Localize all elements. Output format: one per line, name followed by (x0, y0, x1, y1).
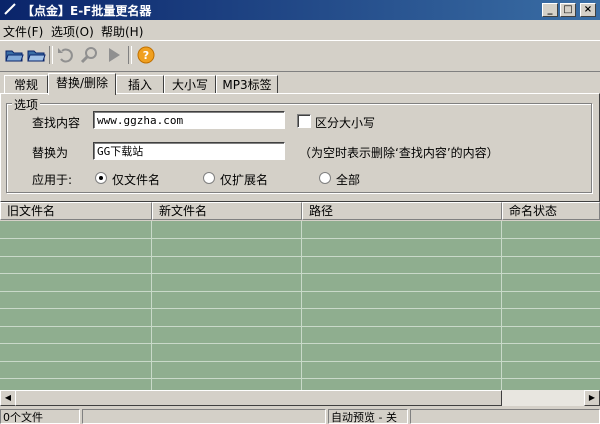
scroll-right-arrow[interactable]: ▶ (584, 390, 600, 406)
status-file-count: 0个文件 (0, 409, 80, 424)
toolbar-separator (49, 46, 53, 64)
status-middle (82, 409, 326, 424)
column-path[interactable]: 路径 (302, 202, 502, 220)
table-header: 旧文件名 新文件名 路径 命名状态 (0, 202, 600, 221)
grid-divider (301, 221, 302, 393)
apply-to-label: 应用于: (32, 173, 73, 187)
svg-text:?: ? (143, 49, 149, 62)
find-label: 查找内容 (32, 116, 81, 130)
tab-general[interactable]: 常规 (4, 75, 48, 94)
minimize-button[interactable]: _ (542, 3, 558, 17)
grid-row-line (0, 308, 600, 309)
scroll-thumb[interactable] (15, 390, 502, 406)
tab-mp3-tags[interactable]: MP3标签 (216, 75, 278, 94)
open-folder-icon[interactable] (4, 45, 24, 65)
column-new-name[interactable]: 新文件名 (152, 202, 302, 220)
undo-icon[interactable] (56, 45, 76, 65)
title-bar: 【点金】E-F批量更名器 _ □ × (0, 0, 600, 20)
run-icon[interactable] (104, 45, 124, 65)
radio-filename-only[interactable] (95, 172, 107, 184)
case-sensitive-label: 区分大小写 (315, 116, 376, 130)
grid-row-line (0, 378, 600, 379)
radio-all[interactable] (319, 172, 331, 184)
tab-case[interactable]: 大小写 (164, 75, 216, 94)
grid-row-line (0, 291, 600, 292)
column-rename-status[interactable]: 命名状态 (502, 202, 600, 220)
status-auto-preview: 自动预览 - 关 (328, 409, 408, 424)
help-icon[interactable]: ? (136, 45, 156, 65)
radio-all-label: 全部 (336, 173, 361, 187)
toolbar-separator (128, 46, 132, 64)
tab-insert[interactable]: 插入 (116, 75, 164, 94)
radio-filename-only-label: 仅文件名 (112, 173, 161, 187)
menu-file[interactable]: 文件(F) (3, 23, 43, 40)
search-icon[interactable] (80, 45, 100, 65)
close-button[interactable]: × (580, 3, 596, 17)
replace-label: 替换为 (32, 146, 69, 160)
grid-row-line (0, 256, 600, 257)
folder-add-icon[interactable] (26, 45, 46, 65)
grid-divider (501, 221, 502, 393)
window-title: 【点金】E-F批量更名器 (22, 4, 152, 18)
menu-help[interactable]: 帮助(H) (101, 23, 143, 40)
radio-extension-only-label: 仅扩展名 (220, 173, 269, 187)
maximize-button[interactable]: □ (560, 3, 576, 17)
tab-strip: 常规 替换/删除 插入 大小写 MP3标签 (2, 73, 598, 95)
horizontal-scrollbar[interactable]: ◀ ▶ (0, 390, 600, 406)
app-icon (4, 3, 16, 15)
radio-extension-only[interactable] (203, 172, 215, 184)
toolbar: ? (0, 40, 600, 72)
menu-options[interactable]: 选项(O) (51, 23, 94, 40)
find-input[interactable]: www.ggzha.com (93, 111, 285, 129)
grid-row-line (0, 273, 600, 274)
replace-hint: （为空时表示删除‘查找内容’的内容） (299, 146, 499, 160)
grid-row-line (0, 343, 600, 344)
status-extra (410, 409, 600, 424)
scroll-left-arrow[interactable]: ◀ (0, 390, 16, 406)
status-bar: 0个文件 自动预览 - 关 (0, 408, 600, 424)
tab-replace-delete[interactable]: 替换/删除 (48, 73, 116, 95)
column-old-name[interactable]: 旧文件名 (0, 202, 152, 220)
menu-bar: 文件(F) 选项(O) 帮助(H) (0, 21, 600, 39)
file-list-table[interactable]: 旧文件名 新文件名 路径 命名状态 (0, 202, 600, 406)
grid-row-line (0, 361, 600, 362)
grid-divider (151, 221, 152, 393)
case-sensitive-checkbox[interactable] (297, 114, 311, 128)
replace-input[interactable]: GG下载站 (93, 142, 285, 160)
grid-row-line (0, 238, 600, 239)
options-legend: 选项 (12, 96, 41, 113)
grid-row-line (0, 326, 600, 327)
